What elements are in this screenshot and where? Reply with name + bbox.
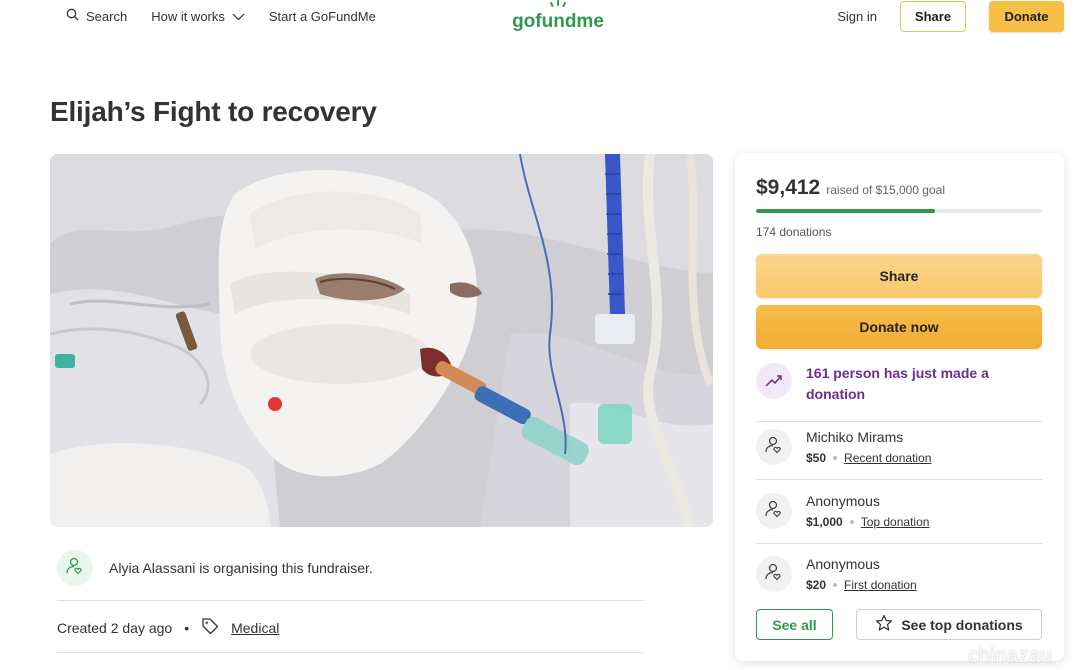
dot-separator <box>833 456 838 460</box>
created-text: Created 2 day ago <box>57 619 173 636</box>
donor-name: Anonymous <box>806 493 880 509</box>
organiser-avatar <box>57 550 93 586</box>
search-label: Search <box>86 8 128 24</box>
goal-text: raised of $15,000 goal <box>826 183 945 197</box>
donor-item: Michiko Mirams $50 Recent donation <box>756 429 1042 465</box>
progress-bar <box>756 209 1042 213</box>
watermark: chinazau <box>968 645 1053 667</box>
donor-info: Anonymous $20 First donation <box>806 556 917 592</box>
dot-separator <box>849 520 854 524</box>
donor-avatar <box>756 493 792 529</box>
gofundme-logo[interactable]: gofundme <box>508 0 608 34</box>
donor-info: Michiko Mirams $50 Recent donation <box>806 429 931 465</box>
divider <box>57 652 644 653</box>
user-heart-icon <box>764 499 784 524</box>
divider <box>756 543 1042 544</box>
donations-count: 174 donations <box>756 225 832 239</box>
campaign-page: Search How it works Start a GoFundMe gof… <box>0 0 1080 670</box>
category-link[interactable]: Medical <box>231 620 279 636</box>
user-heart-icon <box>764 435 784 460</box>
search-icon <box>66 8 79 24</box>
dot-separator <box>833 583 838 587</box>
trending-up-icon <box>756 363 792 399</box>
donor-details: $1,000 Top donation <box>806 515 929 529</box>
meta-bullet: • <box>184 619 190 636</box>
donor-type-link[interactable]: First donation <box>844 578 917 592</box>
raised-amount: $9,412 <box>756 176 821 199</box>
donor-type-link[interactable]: Recent donation <box>844 451 931 465</box>
share-button[interactable]: Share <box>756 254 1042 298</box>
donor-name: Michiko Mirams <box>806 429 904 445</box>
see-all-button[interactable]: See all <box>756 609 833 640</box>
header-share-button[interactable]: Share <box>900 0 966 32</box>
recent-activity: 161 person has just made a donation <box>756 363 1042 405</box>
start-gofundme-link[interactable]: Start a GoFundMe <box>269 9 376 24</box>
user-heart-icon <box>764 562 784 587</box>
progress-fill <box>756 209 936 213</box>
divider <box>57 600 644 601</box>
donor-type-link[interactable]: Top donation <box>861 515 930 529</box>
user-heart-icon <box>65 556 85 581</box>
campaign-meta: Created 2 day ago • Medical <box>57 617 279 638</box>
donor-name: Anonymous <box>806 556 880 572</box>
see-top-donations-label: See top donations <box>901 616 1023 633</box>
donor-amount: $50 <box>806 451 827 465</box>
tag-icon <box>201 617 219 638</box>
start-gofundme-label: Start a GoFundMe <box>268 8 376 24</box>
see-top-donations-button[interactable]: See top donations <box>856 609 1042 640</box>
divider <box>756 479 1042 480</box>
campaign-title: Elijah’s Fight to recovery <box>50 96 377 127</box>
svg-text:gofundme: gofundme <box>512 11 604 32</box>
organiser-row: Alyia Alassani is organising this fundra… <box>57 550 373 586</box>
organiser-text: Alyia Alassani is organising this fundra… <box>109 560 373 576</box>
header-nav-left: Search How it works Start a GoFundMe <box>66 0 376 32</box>
star-icon <box>875 614 893 635</box>
how-it-works-menu[interactable]: How it works <box>151 9 245 24</box>
campaign-hero-image <box>50 154 713 527</box>
donor-avatar <box>756 429 792 465</box>
divider <box>756 421 1042 422</box>
chevron-down-icon <box>232 9 245 24</box>
donor-avatar <box>756 556 792 592</box>
header-donate-button[interactable]: Donate <box>989 0 1064 32</box>
donor-details: $50 Recent donation <box>806 451 931 465</box>
donor-info: Anonymous $1,000 Top donation <box>806 493 929 529</box>
signin-link[interactable]: Sign in <box>837 9 877 24</box>
donor-details: $20 First donation <box>806 578 917 592</box>
amount-row: $9,412 raised of $15,000 goal <box>756 176 945 200</box>
how-it-works-label: How it works <box>151 8 225 24</box>
donor-item: Anonymous $20 First donation <box>756 556 1042 592</box>
search-link[interactable]: Search <box>66 8 127 24</box>
donation-card: $9,412 raised of $15,000 goal 174 donati… <box>735 153 1064 661</box>
donor-amount: $20 <box>806 578 827 592</box>
donor-amount: $1,000 <box>806 515 843 529</box>
donor-item: Anonymous $1,000 Top donation <box>756 493 1042 529</box>
trend-text: 161 person has just made a donation <box>806 365 989 402</box>
header-nav-right: Sign in Share Donate <box>837 0 1064 32</box>
donate-now-button[interactable]: Donate now <box>756 305 1042 349</box>
